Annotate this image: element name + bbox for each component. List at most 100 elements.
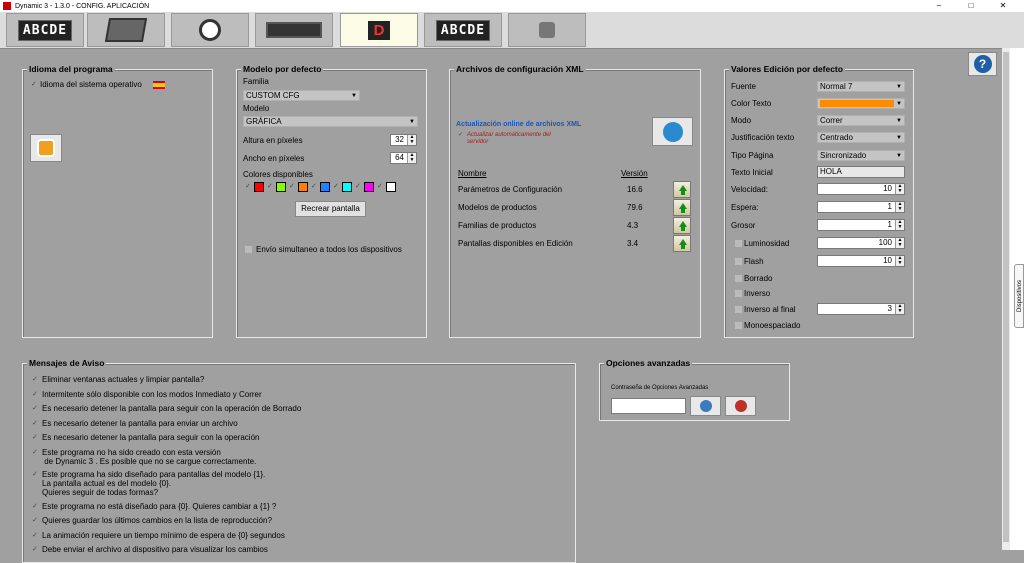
devices-side-tab[interactable]: Dispositivos: [1014, 264, 1024, 328]
os-language-checkbox[interactable]: ✓: [31, 81, 38, 88]
color-enable-checkbox[interactable]: ✓: [355, 183, 362, 190]
tab-tools[interactable]: [508, 13, 586, 47]
warning-checkbox[interactable]: ✓: [32, 420, 39, 427]
update-xml-button[interactable]: [673, 199, 691, 216]
color-enable-checkbox[interactable]: ✓: [245, 183, 252, 190]
family-select[interactable]: CUSTOM CFG ▼: [243, 90, 360, 101]
warning-checkbox[interactable]: ✓: [32, 449, 39, 456]
spin-arrows-icon[interactable]: ▲ ▼: [895, 220, 904, 230]
width-spinner[interactable]: 64 ▲ ▼: [390, 152, 417, 164]
inverse-checkbox[interactable]: [735, 290, 742, 297]
spin-arrows-icon[interactable]: ▲ ▼: [895, 184, 904, 194]
inverse-end-spinner[interactable]: 3 ▲ ▼: [817, 303, 905, 315]
color-swatch[interactable]: [276, 182, 286, 192]
color-enable-checkbox[interactable]: ✓: [377, 183, 384, 190]
text-color-select[interactable]: ▼: [817, 98, 905, 109]
auto-update-label: Actualizar automáticamente del servidor: [467, 132, 551, 145]
spin-arrows-icon[interactable]: ▲ ▼: [407, 153, 416, 163]
speed-spinner[interactable]: 10 ▲ ▼: [817, 183, 905, 195]
key-icon: [700, 400, 712, 412]
color-swatch[interactable]: [342, 182, 352, 192]
close-button[interactable]: ✕: [988, 0, 1018, 12]
xml-row-name: Familias de productos: [458, 221, 537, 230]
colors-label: Colores disponibles: [243, 170, 313, 179]
spin-arrows-icon[interactable]: ▲ ▼: [895, 256, 904, 266]
advanced-password-input[interactable]: [611, 398, 686, 414]
tab-settings[interactable]: [255, 13, 333, 47]
height-spinner[interactable]: 32 ▲ ▼: [390, 134, 417, 146]
initial-text-input[interactable]: HOLA: [817, 166, 905, 178]
tab-config[interactable]: D: [340, 13, 418, 47]
warning-checkbox[interactable]: ✓: [32, 434, 39, 441]
vertical-scrollbar[interactable]: [1002, 48, 1010, 550]
warnings-group: Mensajes de Aviso ✓ Eliminar ventanas act…: [22, 358, 576, 563]
auto-update-checkbox[interactable]: ✓: [458, 132, 465, 139]
color-swatch[interactable]: [298, 182, 308, 192]
erase-checkbox[interactable]: [735, 275, 742, 282]
warning-message: Es necesario detener la pantalla para se…: [42, 433, 260, 442]
unlock-button[interactable]: [690, 396, 721, 416]
flash-checkbox[interactable]: [735, 258, 742, 265]
inverse-end-checkbox[interactable]: [735, 306, 742, 313]
minimize-button[interactable]: –: [924, 0, 954, 12]
online-update-button[interactable]: [652, 117, 693, 146]
update-xml-button[interactable]: [673, 217, 691, 234]
wait-spinner[interactable]: 1 ▲ ▼: [817, 201, 905, 213]
tab-edit-text[interactable]: ABCDE: [424, 13, 502, 47]
warning-message: Es necesario detener la pantalla para se…: [42, 404, 302, 413]
refresh-icon: [37, 139, 55, 157]
mode-select[interactable]: Correr ▼: [817, 115, 905, 126]
page-type-label: Tipo Página: [731, 151, 774, 160]
warning-checkbox[interactable]: ✓: [32, 405, 39, 412]
thickness-spinner[interactable]: 1 ▲ ▼: [817, 219, 905, 231]
spin-arrows-icon[interactable]: ▲ ▼: [407, 135, 416, 145]
lock-button[interactable]: [725, 396, 756, 416]
color-swatch[interactable]: [386, 182, 396, 192]
color-enable-checkbox[interactable]: ✓: [333, 183, 340, 190]
tab-clock[interactable]: [171, 13, 249, 47]
update-xml-button[interactable]: [673, 235, 691, 252]
spin-arrows-icon[interactable]: ▲ ▼: [895, 304, 904, 314]
broadcast-checkbox[interactable]: [245, 246, 252, 253]
warning-checkbox[interactable]: ✓: [32, 391, 39, 398]
color-enable-checkbox[interactable]: ✓: [289, 183, 296, 190]
tab-device[interactable]: [87, 13, 165, 47]
spin-arrows-icon[interactable]: ▲ ▼: [895, 238, 904, 248]
recreate-screen-button[interactable]: Recrear pantalla: [295, 201, 366, 217]
warning-checkbox[interactable]: ✓: [32, 471, 39, 478]
spain-flag-icon: [153, 81, 165, 89]
initial-text-label: Texto Inicial: [731, 168, 773, 177]
tab-text-edit[interactable]: ABCDE: [6, 13, 84, 47]
justification-select[interactable]: Centrado ▼: [817, 132, 905, 143]
color-swatch[interactable]: [320, 182, 330, 192]
warning-checkbox[interactable]: ✓: [32, 517, 39, 524]
scroll-thumb[interactable]: [1003, 52, 1009, 542]
color-swatch[interactable]: [364, 182, 374, 192]
brightness-checkbox[interactable]: [735, 240, 742, 247]
warning-checkbox[interactable]: ✓: [32, 376, 39, 383]
speed-value: 10: [883, 184, 892, 193]
color-enable-checkbox[interactable]: ✓: [311, 183, 318, 190]
spin-arrows-icon[interactable]: ▲ ▼: [895, 202, 904, 212]
monospace-checkbox[interactable]: [735, 322, 742, 329]
warning-checkbox[interactable]: ✓: [32, 503, 39, 510]
maximize-button[interactable]: □: [956, 0, 986, 12]
apply-language-button[interactable]: [30, 134, 62, 162]
mode-value: Correr: [820, 116, 843, 125]
model-select[interactable]: GRÁFICA ▼: [243, 116, 418, 127]
broadcast-label: Envío simultaneo a todos los dispositivo…: [256, 245, 402, 254]
page-type-select[interactable]: Sincronizado ▼: [817, 150, 905, 161]
font-value: Normal 7: [820, 82, 853, 91]
xml-row-version: 4.3: [627, 221, 639, 230]
help-button[interactable]: ?: [968, 52, 997, 76]
color-enable-checkbox[interactable]: ✓: [267, 183, 274, 190]
update-xml-button[interactable]: [673, 181, 691, 198]
warning-checkbox[interactable]: ✓: [32, 532, 39, 539]
brightness-spinner[interactable]: 100 ▲ ▼: [817, 237, 905, 249]
thickness-label: Grosor: [731, 221, 756, 230]
font-select[interactable]: Normal 7 ▼: [817, 81, 905, 92]
flash-spinner[interactable]: 10 ▲ ▼: [817, 255, 905, 267]
language-group: Idioma del programa ✓ Idioma del sistema…: [22, 64, 213, 338]
color-swatch[interactable]: [254, 182, 264, 192]
chevron-down-icon: ▼: [409, 119, 415, 125]
